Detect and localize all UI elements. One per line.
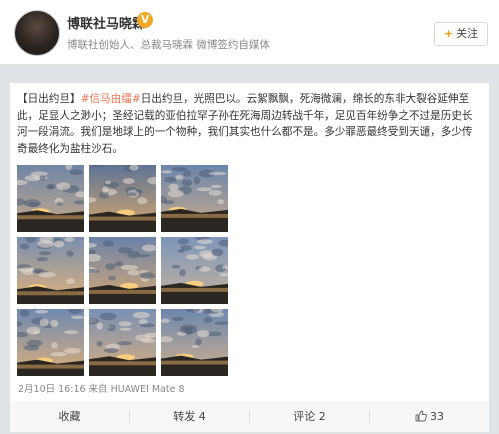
thumbs-up-icon [415, 403, 427, 434]
repost-label: 转发 4 [173, 410, 206, 423]
plus-icon: + [443, 27, 454, 40]
like-button[interactable]: 33 [370, 401, 489, 432]
profile-header: 博联社马晓霖 V 博联社创始人、总裁马晓霖 微博签约自媒体 + 关注 [0, 0, 499, 65]
photo-8[interactable] [89, 309, 156, 376]
profile-description: 博联社创始人、总裁马晓霖 微博签约自媒体 [67, 39, 270, 51]
photo-4[interactable] [17, 237, 84, 304]
sunrise-photo [17, 165, 84, 232]
sunrise-photo [89, 309, 156, 376]
photo-9[interactable] [161, 309, 228, 376]
post-card: 【日出约旦】#信马由缰#日出约旦，光照巴以。云絮飘飘，死海微澜，绵长的东非大裂谷… [9, 82, 490, 402]
sunrise-photo [89, 165, 156, 232]
topic-link[interactable]: #信马由缰# [81, 93, 141, 105]
avatar[interactable] [14, 10, 60, 56]
photo-6[interactable] [161, 237, 228, 304]
comment-label: 评论 2 [293, 410, 326, 423]
photo-7[interactable] [17, 309, 84, 376]
sunrise-photo [161, 237, 228, 304]
sunrise-photo [17, 309, 84, 376]
repost-button[interactable]: 转发 4 [130, 401, 249, 432]
favorite-button[interactable]: 收藏 [10, 401, 129, 432]
follow-button[interactable]: + 关注 [434, 22, 488, 46]
sunrise-photo [89, 237, 156, 304]
verified-badge-icon: V [137, 12, 153, 28]
post-meta: 2月10日 16:16 来自 HUAWEI Mate 8 [18, 384, 185, 395]
like-count: 33 [430, 410, 444, 423]
comment-button[interactable]: 评论 2 [250, 401, 369, 432]
photo-5[interactable] [89, 237, 156, 304]
photo-1[interactable] [17, 165, 84, 232]
action-bar: 收藏 转发 4 评论 2 33 [9, 401, 490, 433]
photo-grid [17, 165, 275, 378]
post-text: 【日出约旦】#信马由缰#日出约旦，光照巴以。云絮飘飘，死海微澜，绵长的东非大裂谷… [17, 91, 481, 157]
favorite-label: 收藏 [58, 410, 81, 423]
sunrise-photo [161, 165, 228, 232]
sunrise-photo [17, 237, 84, 304]
photo-3[interactable] [161, 165, 228, 232]
follow-label: 关注 [456, 27, 479, 40]
sunrise-photo [161, 309, 228, 376]
photo-2[interactable] [89, 165, 156, 232]
profile-name[interactable]: 博联社马晓霖 [67, 13, 145, 32]
post-title: 【日出约旦】 [17, 93, 81, 105]
